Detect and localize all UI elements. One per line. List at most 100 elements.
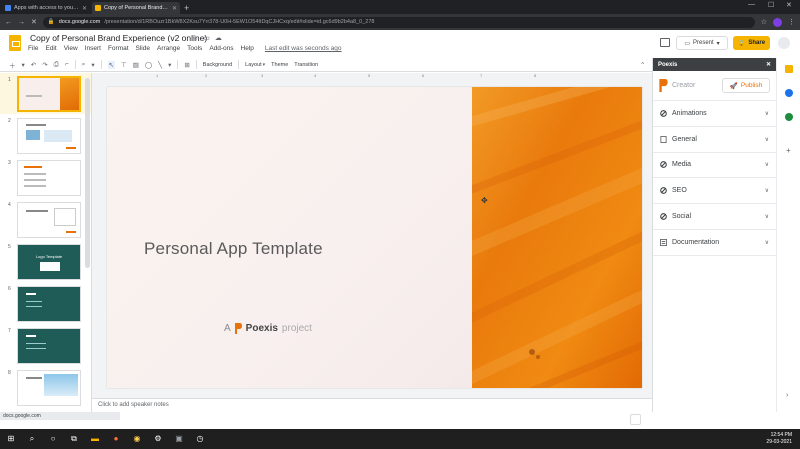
menu-tools[interactable]: Tools [187,45,202,52]
slide-thumbnail-3[interactable] [17,160,81,196]
shape-icon[interactable]: ◯ [145,61,152,69]
slide-thumbnail-1[interactable] [17,76,81,112]
close-tab-icon[interactable]: ✕ [82,5,87,12]
back-icon[interactable]: ← [5,19,12,26]
slide-credit[interactable]: A Poexis project [224,323,312,334]
chevron-down-icon[interactable]: ▾ [263,62,266,68]
section-documentation[interactable]: Documentation ∨ [653,230,776,256]
forward-icon[interactable]: → [18,19,25,26]
clock-app-icon[interactable]: ◷ [195,434,205,444]
expand-panel-icon[interactable]: › [786,392,788,399]
layout-button[interactable]: Layout [245,62,262,68]
stop-icon[interactable]: ✕ [31,18,37,26]
image-icon[interactable]: ▨ [133,61,139,69]
task-view-icon[interactable]: ⧉ [69,434,79,444]
share-button[interactable]: 🔒 Share [733,36,770,50]
menu-arrange[interactable]: Arrange [157,45,180,52]
close-window-icon[interactable]: ✕ [786,1,792,9]
menu-format[interactable]: Format [108,45,129,52]
avatar[interactable] [778,37,790,49]
menu-slide[interactable]: Slide [136,45,150,52]
slide-thumbnail-7[interactable] [17,328,81,364]
redo-icon[interactable]: ↷ [42,61,47,69]
close-tab-icon[interactable]: ✕ [172,5,177,12]
cortana-icon[interactable]: ○ [48,434,58,444]
slide-thumbnail-8[interactable] [17,370,81,406]
slide-title[interactable]: Personal App Template [144,239,323,259]
last-edit-link[interactable]: Last edit was seconds ago [265,45,342,52]
section-media[interactable]: Media ∨ [653,153,776,179]
slide-thumbnail-2[interactable] [17,118,81,154]
extension-icon[interactable] [773,17,782,27]
paint-format-icon[interactable]: ⌐ [65,61,69,68]
new-slide-icon[interactable]: ＋ [9,60,16,70]
minimize-icon[interactable]: — [748,1,755,8]
settings-gear-icon[interactable]: ⚙ [153,434,163,444]
keep-icon[interactable] [785,65,793,73]
chevron-down-icon[interactable]: ▾ [717,40,720,47]
maximize-icon[interactable]: ☐ [768,1,774,9]
document-title[interactable]: Copy of Personal Brand Experience (v2 on… [30,33,207,43]
chrome-icon[interactable]: ◉ [132,434,142,444]
slide-thumbnail-6[interactable] [17,286,81,322]
undo-icon[interactable]: ↶ [31,61,36,69]
chevron-down-icon[interactable]: ▾ [91,61,94,69]
comment-add-icon[interactable]: ⊞ [184,61,189,69]
bookmark-star-icon[interactable]: ☆ [761,18,767,26]
section-social[interactable]: Social ∨ [653,204,776,230]
menu-file[interactable]: File [28,45,38,52]
slides-logo-icon[interactable] [9,35,21,51]
theme-button[interactable]: Theme [271,62,288,68]
background-button[interactable]: Background [203,62,232,68]
tasks-icon[interactable] [785,89,793,97]
transition-button[interactable]: Transition [294,62,318,68]
filmstrip-scrollbar[interactable] [85,78,90,268]
file-explorer-icon[interactable]: ▬ [90,434,100,444]
move-folder-icon[interactable]: ▭ [203,34,210,42]
menu-insert[interactable]: Insert [85,45,101,52]
browser-menu-icon[interactable]: ⋮ [788,18,795,26]
menu-view[interactable]: View [64,45,78,52]
close-panel-icon[interactable]: ✕ [766,61,771,68]
menu-help[interactable]: Help [241,45,254,52]
url-field[interactable]: 🔒 docs.google.com/presentation/d/1RBOuzr… [42,16,755,28]
get-addons-icon[interactable]: + [786,146,791,155]
toolbar-divider [177,60,179,69]
top-ruler: 1 2 3 4 5 6 7 8 [106,73,642,79]
chevron-down-icon[interactable]: ▾ [168,61,171,69]
comments-icon[interactable] [660,38,670,47]
browser-tab-slides[interactable]: Copy of Personal Brand Experi ✕ [92,2,180,14]
chevron-down-icon: ∨ [764,162,769,169]
explore-icon[interactable] [630,414,641,425]
section-general[interactable]: General ∨ [653,127,776,153]
windows-start-icon[interactable]: ⊞ [6,434,16,444]
star-icon[interactable]: ☆ [192,34,198,42]
line-icon[interactable]: ╲ [158,61,162,69]
text-box-icon[interactable]: ⊤ [121,61,127,69]
app-icon[interactable]: ▣ [174,434,184,444]
chevron-down-icon[interactable]: ▾ [22,61,25,69]
slide-thumbnail-5[interactable]: Logo Template [17,244,81,280]
new-tab-button[interactable]: + [184,2,189,14]
slide-canvas[interactable]: Personal App Template A Poexis project [107,87,642,388]
system-clock[interactable]: 12:54 PM 29-03-2021 [766,432,792,446]
poexis-addon-icon[interactable] [785,113,793,121]
slide-orange-texture-image[interactable] [472,87,642,388]
print-icon[interactable]: ⎙ [54,61,59,69]
menu-addons[interactable]: Add-ons [209,45,233,52]
collapse-toolbar-icon[interactable]: ⌃ [640,61,645,69]
zoom-icon[interactable]: ⌕ [82,61,86,69]
firefox-icon[interactable]: ● [111,434,121,444]
search-icon[interactable]: ⌕ [27,434,37,444]
menu-edit[interactable]: Edit [45,45,56,52]
browser-tab-apps-access[interactable]: Apps with access to your acco ✕ [2,2,90,14]
present-button[interactable]: ▭ Present ▾ [676,36,728,50]
section-seo[interactable]: SEO ∨ [653,178,776,205]
speaker-notes[interactable]: Click to add speaker notes [92,398,652,412]
section-label: General [672,135,697,143]
clock-time: 12:54 PM [770,432,792,438]
publish-button[interactable]: 🚀 Publish [722,78,770,93]
section-animations[interactable]: Animations ∨ [653,101,776,127]
slide-thumbnail-4[interactable] [17,202,81,238]
select-cursor-icon[interactable]: ↖ [107,60,116,69]
